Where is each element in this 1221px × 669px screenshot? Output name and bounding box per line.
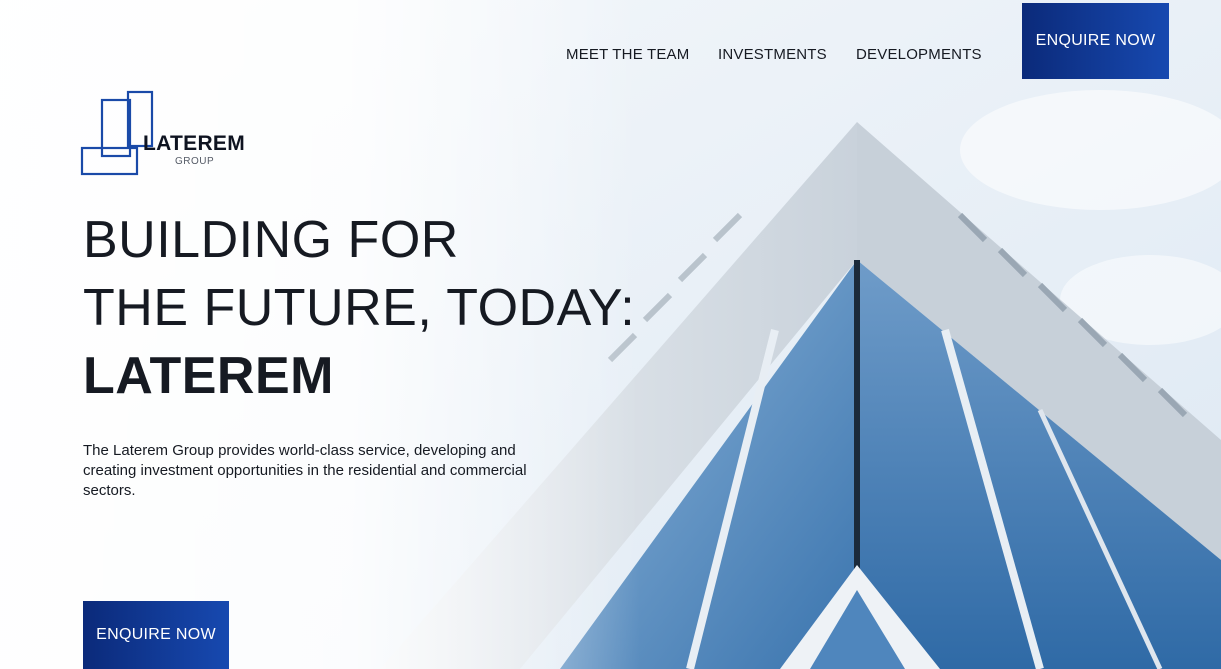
nav-item-developments[interactable]: DEVELOPMENTS (856, 46, 986, 63)
logo-subtitle: GROUP (175, 156, 215, 167)
company-logo[interactable]: LATEREM GROUP (80, 90, 260, 180)
headline-line-2: THE FUTURE, TODAY: (83, 279, 636, 337)
hero-headline: BUILDING FOR THE FUTURE, TODAY: LATEREM (83, 206, 635, 410)
hero-description: The Laterem Group provides world-class s… (83, 442, 527, 499)
headline-line-3: LATEREM (83, 347, 334, 405)
enquire-now-nav-button[interactable]: ENQUIRE NOW (1022, 3, 1169, 79)
nav-item-meet-the-team[interactable]: MEET THE TEAM (566, 46, 718, 63)
headline-line-1: BUILDING FOR (83, 211, 459, 269)
hero-section: MEET THE TEAM INVESTMENTS DEVELOPMENTS E… (0, 0, 1221, 669)
nav-item-investments[interactable]: INVESTMENTS (718, 46, 856, 63)
logo-name: LATEREM (143, 132, 246, 155)
main-nav: MEET THE TEAM INVESTMENTS DEVELOPMENTS (566, 46, 986, 63)
enquire-now-hero-button[interactable]: ENQUIRE NOW (83, 601, 229, 669)
